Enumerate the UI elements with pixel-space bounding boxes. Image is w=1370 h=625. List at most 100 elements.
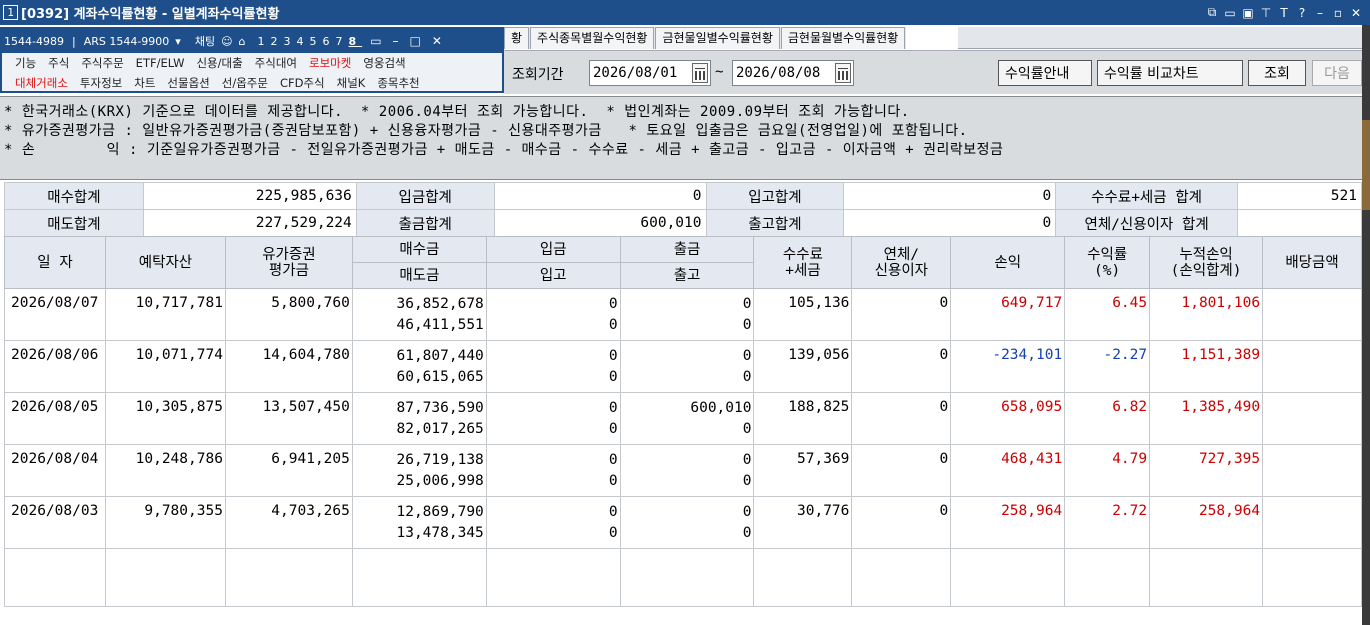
- page-1[interactable]: 1: [258, 35, 271, 48]
- date-to-field[interactable]: 2026/08/08: [732, 60, 854, 86]
- table-row[interactable]: 2026/08/04 10,248,786 6,941,205 26,719,138 0…: [4, 444, 1362, 497]
- col-date[interactable]: 일 자: [4, 236, 106, 289]
- calendar-icon[interactable]: [835, 63, 851, 83]
- summary-row: 매도합계 227,529,224 출금합계 600,010 출고합계 0 연체/…: [4, 209, 1362, 237]
- page-5[interactable]: 5: [310, 35, 323, 48]
- page-7[interactable]: 7: [336, 35, 349, 48]
- menu-item[interactable]: CFD주식: [280, 75, 325, 91]
- date-separator: ~: [715, 64, 724, 80]
- cell-fee: 30,776: [753, 496, 853, 549]
- chat-button[interactable]: 채팅: [195, 33, 215, 49]
- next-button[interactable]: 다음: [1312, 60, 1362, 86]
- scroll-thumb[interactable]: [1362, 120, 1370, 210]
- menu-item-robomarket[interactable]: 로보마켓: [309, 55, 351, 71]
- page-8[interactable]: 8: [349, 35, 363, 48]
- table-row[interactable]: 2026/08/07 10,717,781 5,800,760 36,852,678 0…: [4, 288, 1362, 341]
- close-icon[interactable]: ✕: [1350, 6, 1362, 20]
- menu-item[interactable]: ETF/ELW: [136, 56, 185, 70]
- menu-item[interactable]: 선/옵주문: [222, 75, 268, 91]
- cell-rate: 4.79: [1064, 444, 1151, 497]
- cell-rate: 6.45: [1064, 288, 1151, 341]
- page-3[interactable]: 3: [284, 35, 297, 48]
- cell-deposit-asset: 10,071,774: [104, 340, 226, 393]
- col-securities[interactable]: 유가증권 평가금: [224, 236, 353, 289]
- col-dividend[interactable]: 배당금액: [1262, 236, 1362, 289]
- ars-number: ARS 1544-9900: [83, 34, 170, 48]
- table-row[interactable]: 2026/08/06 10,071,774 14,604,780 61,807,440…: [4, 340, 1362, 393]
- col-out[interactable]: 출고: [619, 262, 755, 289]
- cascade-icon[interactable]: ▣: [1242, 6, 1254, 20]
- cell-pnl: 468,431: [950, 444, 1066, 497]
- col-deposit[interactable]: 입금: [485, 236, 621, 263]
- col-cumulative[interactable]: 누적손익 (손익합계): [1149, 236, 1264, 289]
- col-rate[interactable]: 수익률 (%): [1064, 236, 1151, 289]
- help-icon[interactable]: ?: [1296, 6, 1308, 20]
- menu-item[interactable]: 주식주문: [81, 55, 123, 71]
- page-2[interactable]: 2: [271, 35, 284, 48]
- date-from-field[interactable]: 2026/08/01: [589, 60, 711, 86]
- minimize-icon[interactable]: –: [393, 34, 399, 48]
- table-row[interactable]: 2026/08/03 9,780,355 4,703,265 12,869,790 0 0…: [4, 496, 1362, 549]
- tab-gold-monthly[interactable]: 금현물월별수익률현황: [780, 27, 906, 49]
- tab-gold-daily[interactable]: 금현물일별수익률현황: [655, 27, 780, 49]
- cell-late-interest: 0: [851, 392, 952, 445]
- out-total-label: 출고합계: [705, 209, 845, 237]
- calendar-icon[interactable]: [692, 63, 708, 83]
- col-in[interactable]: 입고: [485, 262, 621, 289]
- cell-out: 0: [619, 418, 755, 445]
- col-late-interest[interactable]: 연체/신용이자: [851, 236, 952, 289]
- menu-item[interactable]: 영웅검색: [363, 55, 405, 71]
- table-row[interactable]: 2026/08/05 10,305,875 13,507,450 87,736,590…: [4, 392, 1362, 445]
- col-buy[interactable]: 매수금: [351, 236, 487, 263]
- col-fee[interactable]: 수수료 +세금: [753, 236, 853, 289]
- col-deposit-asset[interactable]: 예탁자산: [104, 236, 226, 289]
- menu-item[interactable]: 신용/대출: [196, 55, 242, 71]
- close-icon[interactable]: ✕: [432, 34, 442, 48]
- menu-item[interactable]: 기능: [15, 55, 36, 71]
- cell-deposit: 0: [485, 392, 621, 419]
- restore-layout-icon[interactable]: ⧉: [1206, 5, 1218, 20]
- cell-deposit-asset: 10,717,781: [104, 288, 226, 341]
- pin-icon[interactable]: ⊤: [1260, 6, 1272, 20]
- menu-item[interactable]: 선물옵션: [167, 75, 209, 91]
- font-size-icon[interactable]: T: [1278, 6, 1290, 20]
- page-4[interactable]: 4: [297, 35, 310, 48]
- page-6[interactable]: 6: [323, 35, 336, 48]
- menu-item[interactable]: 채널K: [337, 75, 366, 91]
- cell-late-interest: 0: [851, 496, 952, 549]
- cell-cumulative: 1,151,389: [1149, 340, 1264, 393]
- deposit-total-value: 0: [493, 182, 707, 210]
- cell-withdraw: 0: [619, 444, 755, 471]
- minimize-layout-icon[interactable]: ▭: [1224, 6, 1236, 20]
- query-button[interactable]: 조회: [1248, 60, 1306, 86]
- cell-securities: 5,800,760: [224, 288, 353, 341]
- notice-line: * 유가증권평가금 : 일반유가증권평가금(증권담보포함) + 신용융자평가금 …: [4, 123, 968, 139]
- monitor-icon[interactable]: ▭: [370, 34, 381, 48]
- menu-item[interactable]: 주식대여: [255, 55, 297, 71]
- col-cum-line1: 누적손익: [1179, 246, 1233, 263]
- menu-item[interactable]: 투자정보: [80, 75, 122, 91]
- menu-item-alt-exchange[interactable]: 대체거래소: [15, 75, 68, 91]
- maximize-icon[interactable]: ▫: [1332, 6, 1344, 20]
- menu-item[interactable]: 종목추천: [377, 75, 419, 91]
- col-pnl[interactable]: 손익: [950, 236, 1066, 289]
- cell-dividend: [1262, 444, 1362, 497]
- cell-late-interest: 0: [851, 444, 952, 497]
- maximize-icon[interactable]: □: [410, 34, 421, 48]
- robot-icon[interactable]: ☺: [221, 35, 232, 48]
- minimize-icon[interactable]: –: [1314, 6, 1326, 20]
- tab-partial[interactable]: 황: [504, 27, 530, 49]
- tab-stock-monthly[interactable]: 주식종목별월수익현황: [530, 27, 655, 49]
- col-withdraw[interactable]: 출금: [619, 236, 755, 263]
- chevron-down-icon[interactable]: ▾: [175, 35, 181, 48]
- menu-item[interactable]: 주식: [48, 55, 69, 71]
- menu-item[interactable]: 차트: [134, 75, 155, 91]
- daily-return-grid: 일 자 예탁자산 유가증권 평가금 매수금 입금 출금 수수료 +세금 연체/신용이…: [4, 236, 1362, 607]
- rate-chart-button[interactable]: 수익률 비교차트: [1097, 60, 1243, 86]
- col-sell[interactable]: 매도금: [351, 262, 487, 289]
- right-edge-scrollbar[interactable]: [1362, 25, 1370, 625]
- rate-guide-button[interactable]: 수익률안내: [998, 60, 1092, 86]
- in-total-value: 0: [843, 182, 1057, 210]
- cell-pnl: 658,095: [950, 392, 1066, 445]
- home-icon[interactable]: ⌂: [239, 35, 246, 48]
